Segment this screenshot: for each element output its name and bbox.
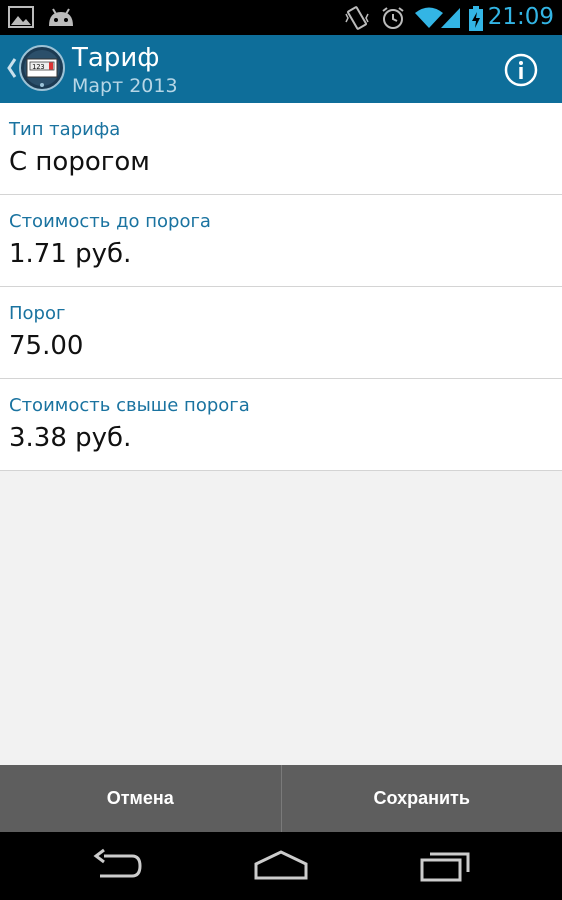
navigation-bar [0,832,562,900]
info-icon[interactable] [504,53,538,87]
signal-icon [440,6,462,34]
android-icon [46,6,76,32]
back-icon[interactable] [90,846,144,890]
vibrate-icon [344,6,370,34]
field-value: 75.00 [9,331,84,361]
field-tariff-type[interactable]: Тип тарифа С порогом [0,103,562,195]
app-logo-icon[interactable]: 123 [18,44,66,92]
field-value: 1.71 руб. [9,239,132,269]
cancel-button[interactable]: Отмена [0,765,281,832]
recent-apps-icon[interactable] [418,846,472,890]
tariff-details: Тип тарифа С порогом Стоимость до порога… [0,103,562,765]
field-cost-above-threshold[interactable]: Стоимость свыше порога 3.38 руб. [0,379,562,471]
chevron-left-icon[interactable] [4,53,18,83]
save-button[interactable]: Сохранить [282,765,562,832]
battery-charging-icon [468,6,484,36]
logo-digits: 123 [32,63,45,71]
page-title: Тариф [72,43,160,73]
home-icon[interactable] [252,846,310,890]
field-label: Тип тарифа [9,119,121,140]
status-bar: 21:09 [0,0,562,35]
field-value: С порогом [9,147,150,177]
field-cost-below-threshold[interactable]: Стоимость до порога 1.71 руб. [0,195,562,287]
action-bar: 123 Тариф Март 2013 [0,35,562,103]
page-subtitle: Март 2013 [72,75,178,97]
field-label: Стоимость до порога [9,211,211,232]
button-bar: Отмена Сохранить [0,765,562,832]
field-label: Порог [9,303,66,324]
field-label: Стоимость свыше порога [9,395,250,416]
gallery-icon [8,6,34,32]
field-value: 3.38 руб. [9,423,132,453]
alarm-icon [380,6,406,34]
field-threshold[interactable]: Порог 75.00 [0,287,562,379]
screen: 21:09 123 Тариф Март 2013 Тип тарифа С п… [0,0,562,900]
clock: 21:09 [487,4,554,30]
